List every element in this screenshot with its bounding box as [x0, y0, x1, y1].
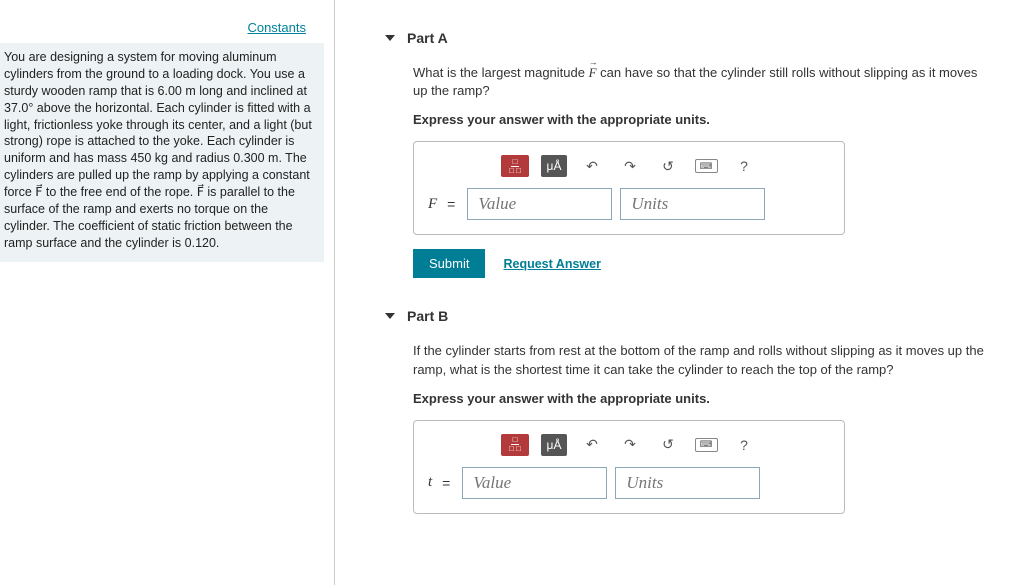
special-char-tool-icon[interactable]: μÅ — [541, 434, 567, 456]
part-b-answer-box: □□ □ μÅ ↶ ↷ ↺ ⌨ ? t = — [413, 420, 845, 514]
collapse-icon — [385, 35, 395, 41]
request-answer-link[interactable]: Request Answer — [503, 257, 600, 271]
part-b-header[interactable]: Part B — [385, 308, 994, 324]
variable-label: t — [428, 474, 432, 491]
part-a-input-row: F = — [428, 188, 830, 220]
part-a-answer-box: □□ □ μÅ ↶ ↷ ↺ ⌨ ? F = — [413, 141, 845, 235]
equals-sign: = — [442, 475, 450, 491]
undo-icon[interactable]: ↶ — [579, 433, 605, 457]
vector-f: F — [589, 65, 597, 80]
variable-label: F — [428, 196, 437, 213]
fraction-tool-icon[interactable]: □□ □ — [501, 155, 529, 177]
answer-toolbar: □□ □ μÅ ↶ ↷ ↺ ⌨ ? — [428, 433, 830, 457]
value-input[interactable] — [462, 467, 607, 499]
special-char-tool-icon[interactable]: μÅ — [541, 155, 567, 177]
part-a-title: Part A — [407, 30, 448, 46]
part-b-title: Part B — [407, 308, 448, 324]
collapse-icon — [385, 313, 395, 319]
help-icon[interactable]: ? — [731, 154, 757, 178]
redo-icon[interactable]: ↷ — [617, 433, 643, 457]
part-b-question: If the cylinder starts from rest at the … — [413, 342, 994, 378]
units-input[interactable] — [620, 188, 765, 220]
part-a-body: What is the largest magnitude F can have… — [413, 64, 994, 278]
question-text-pre: What is the largest magnitude — [413, 65, 589, 80]
part-a-question: What is the largest magnitude F can have… — [413, 64, 994, 100]
reset-icon[interactable]: ↺ — [655, 154, 681, 178]
part-b-body: If the cylinder starts from rest at the … — [413, 342, 994, 513]
problem-sidebar: Constants You are designing a system for… — [0, 0, 335, 585]
redo-icon[interactable]: ↷ — [617, 154, 643, 178]
equals-sign: = — [447, 196, 455, 212]
main-content: Part A What is the largest magnitude F c… — [335, 0, 1024, 585]
part-a-header[interactable]: Part A — [385, 30, 994, 46]
part-a-submit-row: Submit Request Answer — [413, 249, 994, 278]
part-a-instruction: Express your answer with the appropriate… — [413, 112, 994, 127]
units-input[interactable] — [615, 467, 760, 499]
part-b-input-row: t = — [428, 467, 830, 499]
fraction-tool-icon[interactable]: □□ □ — [501, 434, 529, 456]
help-icon[interactable]: ? — [731, 433, 757, 457]
value-input[interactable] — [467, 188, 612, 220]
constants-link[interactable]: Constants — [247, 20, 306, 35]
submit-button[interactable]: Submit — [413, 249, 485, 278]
reset-icon[interactable]: ↺ — [655, 433, 681, 457]
answer-toolbar: □□ □ μÅ ↶ ↷ ↺ ⌨ ? — [428, 154, 830, 178]
undo-icon[interactable]: ↶ — [579, 154, 605, 178]
keyboard-icon[interactable]: ⌨ — [693, 154, 719, 178]
problem-statement: You are designing a system for moving al… — [0, 43, 324, 262]
part-b-instruction: Express your answer with the appropriate… — [413, 391, 994, 406]
keyboard-icon[interactable]: ⌨ — [693, 433, 719, 457]
